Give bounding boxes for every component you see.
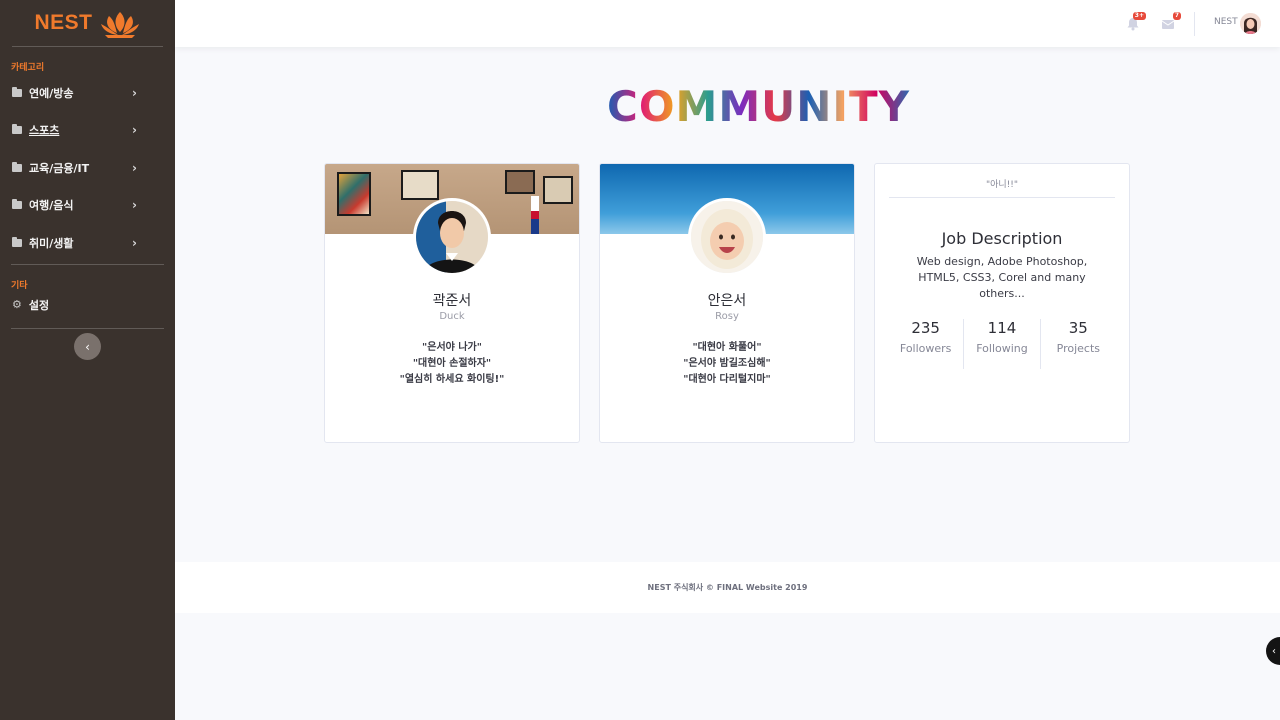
stat-label: Projects: [1056, 342, 1100, 355]
messages-button[interactable]: 7: [1161, 12, 1181, 30]
stat-following: 114 Following: [963, 319, 1039, 369]
quote-line: "대현아 다리털지마": [683, 374, 771, 385]
messages-badge: 7: [1172, 12, 1181, 20]
sidebar-item-label: 설정: [28, 298, 50, 312]
topbar: 3+ 7 NEST: [175, 0, 1280, 47]
profile-nickname: Rosy: [715, 311, 739, 322]
alerts-badge: 3+: [1132, 12, 1146, 20]
chevron-right-icon: ›: [132, 235, 137, 250]
avatar: [688, 198, 766, 276]
sidebar-item-label: 취미/생활: [29, 236, 74, 250]
quote-line: "대현아 화풀어": [692, 342, 762, 353]
lotus-logo-icon: [100, 12, 139, 38]
stat-followers: 235 Followers: [888, 319, 963, 369]
profile-card: 곽준서 Duck "은서야 나가" "대현아 손절하자" "열심히 하세요 화이…: [324, 163, 580, 443]
sidebar-divider: [11, 327, 164, 329]
brand[interactable]: NEST: [12, 0, 163, 47]
chevron-right-icon: ›: [132, 160, 137, 175]
sidebar-toggle-button[interactable]: ‹: [74, 333, 101, 360]
scroll-to-top-button[interactable]: ‹: [1266, 637, 1280, 665]
profile-name: 안은서: [707, 293, 747, 309]
quote-line: "대현아 손절하자": [412, 358, 492, 369]
user-name[interactable]: NEST: [1214, 17, 1238, 27]
folder-icon: [12, 236, 22, 247]
chevron-right-icon: ›: [132, 123, 137, 138]
avatar: [413, 198, 491, 276]
sidebar-item-label: 교육/금융/IT: [29, 161, 90, 175]
chevron-up-icon: ‹: [1272, 645, 1276, 657]
brand-name: NEST: [34, 11, 93, 34]
topbar-divider: [1194, 12, 1195, 36]
sidebar: NEST 카테고리 연예/방송 › 스포츠 › 교육/금융/IT › 여행/음식…: [0, 0, 175, 720]
folder-icon: [12, 161, 22, 172]
sidebar-item-travel-food[interactable]: 여행/음식 ›: [0, 187, 175, 225]
profile-photo: [416, 201, 488, 273]
job-description: Web design, Adobe Photoshop, HTML5, CSS3…: [916, 255, 1088, 300]
user-photo: [1240, 13, 1261, 34]
alerts-button[interactable]: 3+: [1126, 12, 1146, 31]
avatar[interactable]: [1240, 13, 1261, 34]
profile-name: 곽준서: [432, 293, 472, 309]
stats-row: 235 Followers 114 Following 35 Projects: [888, 319, 1116, 369]
info-card: "아니!!" Job Description Web design, Adobe…: [874, 163, 1130, 443]
gear-icon: ⚙: [12, 298, 22, 311]
quote-line: "은서야 나가": [422, 342, 482, 353]
stat-label: Followers: [899, 342, 952, 355]
profile-card: 안은서 Rosy "대현아 화풀어" "은서야 밤길조심해" "대현아 다리털지…: [599, 163, 855, 443]
sidebar-item-label: 여행/음식: [29, 199, 74, 213]
job-title: Job Description: [941, 229, 1063, 248]
sidebar-item-sports[interactable]: 스포츠 ›: [0, 112, 175, 150]
chevron-right-icon: ›: [132, 85, 137, 100]
sidebar-item-education[interactable]: 교육/금융/IT ›: [0, 149, 175, 187]
sidebar-item-entertainment[interactable]: 연예/방송 ›: [0, 74, 175, 112]
chevron-right-icon: ›: [132, 198, 137, 213]
footer-copyright: NEST 주식회사 © FINAL Website 2019: [647, 583, 808, 592]
footer: NEST 주식회사 © FINAL Website 2019: [175, 562, 1280, 613]
folder-icon: [12, 199, 22, 210]
sidebar-item-label: 스포츠: [29, 124, 60, 138]
sidebar-item-settings[interactable]: ⚙ 설정: [0, 292, 175, 318]
category-heading: 카테고리: [11, 63, 45, 73]
folder-icon: [12, 124, 22, 135]
quote-line: "은서야 밤길조심해": [683, 358, 771, 369]
profile-nickname: Duck: [439, 311, 465, 322]
stat-value: 35: [1068, 319, 1088, 337]
page-title: COMMUNITY: [607, 82, 911, 131]
stat-projects: 35 Projects: [1039, 319, 1116, 369]
sidebar-item-hobby[interactable]: 취미/생활 ›: [0, 224, 175, 262]
quote-line: "열심히 하세요 화이팅!": [399, 374, 505, 385]
profile-quotes: "은서야 나가" "대현아 손절하자" "열심히 하세요 화이팅!": [325, 340, 579, 388]
folder-icon: [12, 86, 22, 97]
stat-value: 235: [911, 319, 940, 337]
sidebar-item-label: 연예/방송: [29, 86, 74, 100]
info-quote: "아니!!": [985, 180, 1019, 190]
profile-quotes: "대현아 화풀어" "은서야 밤길조심해" "대현아 다리털지마": [600, 340, 854, 388]
stat-label: Following: [976, 342, 1028, 355]
other-heading: 기타: [11, 280, 28, 291]
info-divider: [889, 197, 1115, 198]
profile-photo: [691, 201, 763, 273]
stat-value: 114: [987, 319, 1017, 337]
